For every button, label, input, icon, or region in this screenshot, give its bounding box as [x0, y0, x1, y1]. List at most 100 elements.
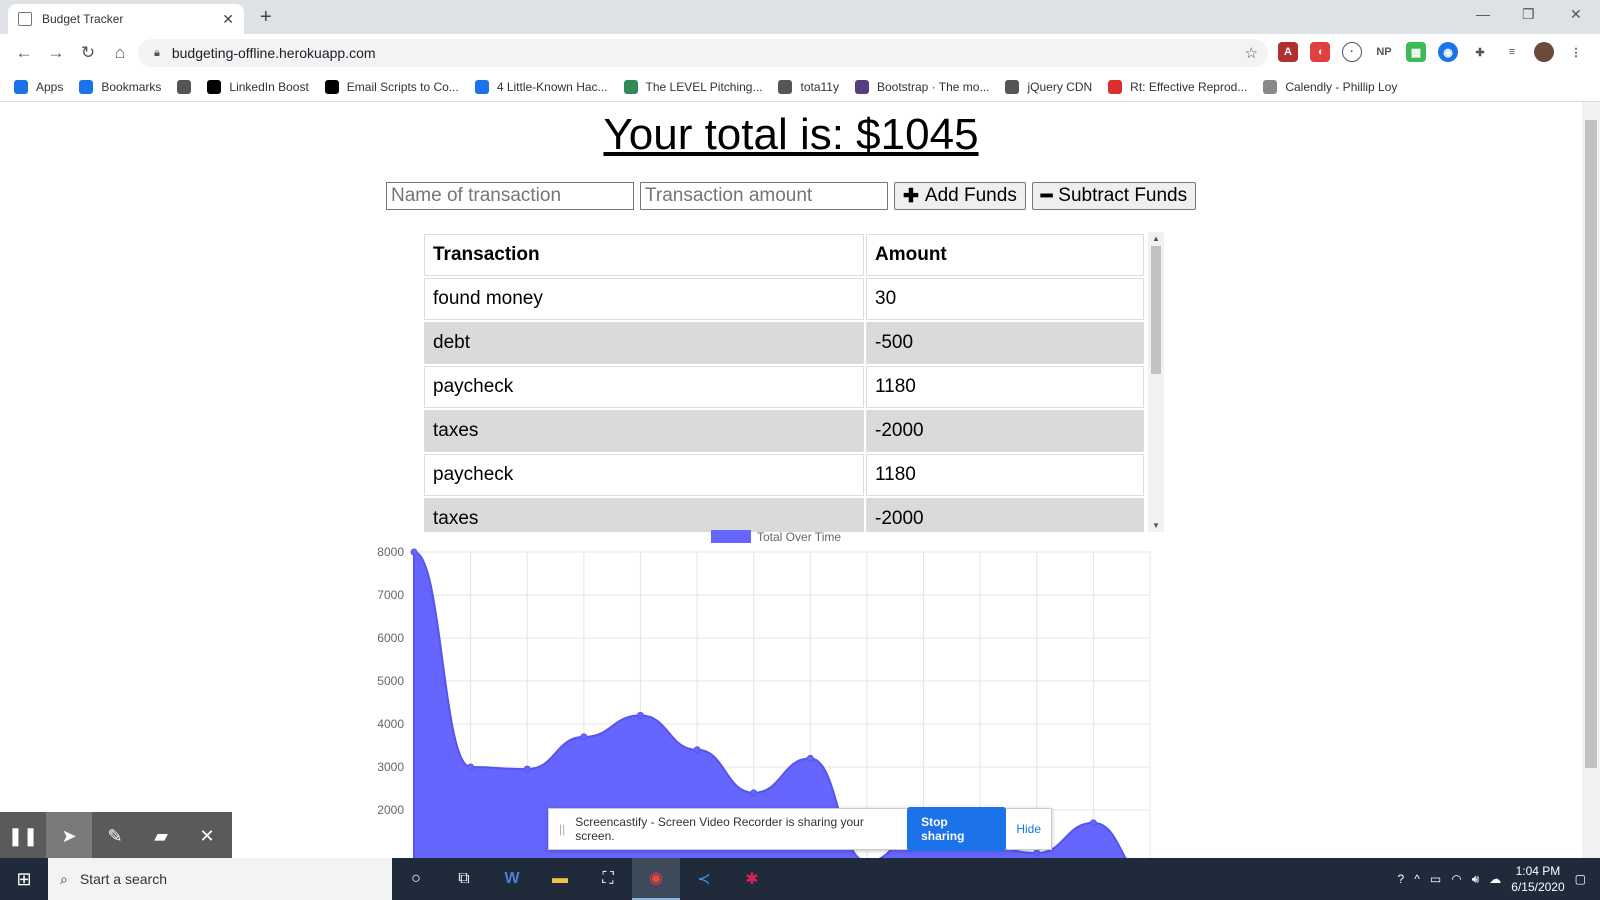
- bookmark-item[interactable]: [177, 79, 192, 94]
- forward-icon[interactable]: →: [40, 43, 72, 63]
- drag-handle-icon[interactable]: ||: [559, 822, 565, 836]
- swirl-icon: [474, 79, 489, 94]
- task-view-icon[interactable]: ⧉: [440, 858, 488, 900]
- bookmark-item[interactable]: Bootstrap · The mo...: [854, 79, 990, 94]
- data-point: [1089, 819, 1097, 827]
- windows-start-icon[interactable]: ⊞: [0, 858, 48, 900]
- store-icon[interactable]: ⛶: [584, 858, 632, 900]
- page-scrollbar[interactable]: [1582, 102, 1600, 858]
- bookmark-item[interactable]: Apps: [14, 79, 63, 94]
- add-funds-button[interactable]: ✚ Add Funds: [894, 182, 1026, 210]
- bookmark-item[interactable]: tota11y: [778, 79, 839, 94]
- page-content: Your total is: $1045 ✚ Add Funds ━ Subtr…: [0, 102, 1582, 858]
- bookmark-item[interactable]: The LEVEL Pitching...: [623, 79, 763, 94]
- bookmark-item[interactable]: LinkedIn Boost: [207, 79, 309, 94]
- close-tab-icon[interactable]: ✕: [222, 11, 234, 28]
- screencastify-toolbar: ❚❚ ➤ ✎ ▰ ✕: [0, 812, 232, 860]
- table-scroll-thumb[interactable]: [1151, 246, 1161, 374]
- calendar-icon: [1263, 79, 1278, 94]
- onedrive-icon[interactable]: ☁: [1489, 872, 1501, 886]
- volume-icon[interactable]: 🔊︎: [1472, 872, 1480, 887]
- vscode-app-icon[interactable]: ≺: [680, 858, 728, 900]
- taskbar-search[interactable]: ⌕ Start a search: [48, 858, 392, 900]
- pdf-extension-icon[interactable]: A: [1278, 42, 1298, 62]
- data-point: [750, 789, 758, 797]
- y-tick-label: 2000: [377, 803, 404, 817]
- bookmark-label: Bootstrap · The mo...: [876, 79, 990, 94]
- transaction-name-input[interactable]: [386, 182, 634, 210]
- tab-budget-tracker[interactable]: Budget Tracker ✕: [8, 4, 244, 34]
- word-app-icon[interactable]: W: [488, 858, 536, 900]
- cell-transaction-name: paycheck: [424, 366, 864, 408]
- eraser-icon[interactable]: ▰: [138, 812, 184, 860]
- battery-icon[interactable]: ▭: [1430, 872, 1441, 886]
- puzzle-extensions-icon[interactable]: ✚: [1470, 42, 1490, 62]
- scroll-up-icon[interactable]: ▲: [1148, 234, 1164, 243]
- transaction-amount-input[interactable]: [640, 182, 888, 210]
- clock[interactable]: 1:04 PM 6/15/2020: [1511, 863, 1564, 895]
- bookmark-label: Email Scripts to Co...: [346, 79, 459, 94]
- restore-icon[interactable]: ❐: [1522, 6, 1535, 23]
- hide-link[interactable]: Hide: [1016, 822, 1041, 836]
- red-extension-icon[interactable]: ◖: [1310, 42, 1330, 62]
- cell-transaction-name: taxes: [424, 410, 864, 452]
- cell-transaction-name: found money: [424, 278, 864, 320]
- media-control-icon[interactable]: ≡: [1502, 42, 1522, 62]
- medium-m-icon: [324, 79, 339, 94]
- cell-transaction-name: taxes: [424, 498, 864, 532]
- bookmark-item[interactable]: Bookmarks: [79, 79, 161, 94]
- y-tick-label: 3000: [377, 760, 404, 774]
- bookmark-item[interactable]: Email Scripts to Co...: [324, 79, 459, 94]
- table-scrollbar[interactable]: ▲ ▼: [1148, 232, 1164, 532]
- address-bar[interactable]: 🔒︎ budgeting-offline.herokuapp.com ☆: [138, 39, 1268, 67]
- stop-sharing-button[interactable]: Stop sharing: [907, 807, 1007, 851]
- cortana-icon[interactable]: ○: [392, 858, 440, 900]
- transactions-table-container[interactable]: Transaction Amount found money 30 debt -500…: [422, 232, 1164, 532]
- bookmark-item[interactable]: jQuery CDN: [1005, 79, 1092, 94]
- home-icon[interactable]: ⌂: [104, 43, 136, 63]
- bookmark-star-icon[interactable]: ☆: [1245, 44, 1258, 62]
- total-heading: Your total is: $1045: [603, 110, 979, 159]
- blue-extension-icon[interactable]: ◉: [1438, 42, 1458, 62]
- pause-icon[interactable]: ❚❚: [0, 812, 46, 860]
- pen-icon[interactable]: ✎: [92, 812, 138, 860]
- new-tab-icon[interactable]: +: [260, 6, 272, 29]
- subtract-funds-button[interactable]: ━ Subtract Funds: [1031, 182, 1197, 210]
- file-explorer-icon[interactable]: ▬: [536, 858, 584, 900]
- notifications-icon[interactable]: ▢: [1575, 872, 1586, 886]
- color-extension-icon[interactable]: ▦: [1406, 42, 1426, 62]
- bookmark-label: The LEVEL Pitching...: [645, 79, 763, 94]
- np-extension-icon[interactable]: NP: [1374, 42, 1394, 62]
- cell-amount: 1180: [866, 366, 1144, 408]
- lock-icon: 🔒︎: [154, 46, 160, 59]
- y-tick-label: 6000: [377, 631, 404, 645]
- browser-toolbar: ← → ↻ ⌂ 🔒︎ budgeting-offline.herokuapp.c…: [0, 34, 1600, 72]
- scroll-down-icon[interactable]: ▼: [1148, 521, 1164, 530]
- reload-icon[interactable]: ↻: [72, 43, 104, 63]
- search-icon: ⌕: [60, 870, 68, 887]
- back-icon[interactable]: ←: [8, 43, 40, 63]
- circle-extension-icon[interactable]: ·: [1342, 42, 1362, 62]
- slack-app-icon[interactable]: ✱: [728, 858, 776, 900]
- chevron-up-icon[interactable]: ^: [1414, 872, 1420, 886]
- minimize-icon[interactable]: —: [1476, 6, 1490, 22]
- wifi-icon[interactable]: ◠: [1451, 872, 1461, 886]
- data-point: [580, 733, 588, 741]
- menu-kebab-icon[interactable]: ⋮: [1566, 42, 1586, 62]
- bookmark-item[interactable]: Rt: Effective Reprod...: [1108, 79, 1247, 94]
- help-icon[interactable]: ?: [1398, 872, 1405, 886]
- sharing-banner: || Screencastify - Screen Video Recorder…: [548, 807, 1052, 851]
- bookmark-label: Calendly - Phillip Loy: [1285, 79, 1398, 94]
- bookmark-item[interactable]: Calendly - Phillip Loy: [1263, 79, 1398, 94]
- minus-icon: ━: [1040, 185, 1053, 207]
- bookmark-item[interactable]: 4 Little-Known Hac...: [474, 79, 608, 94]
- page-scroll-thumb[interactable]: [1585, 120, 1597, 768]
- subtract-funds-label: Subtract Funds: [1058, 185, 1188, 206]
- apps-grid-icon: [14, 79, 28, 94]
- chrome-app-icon[interactable]: ◉: [632, 858, 680, 900]
- close-toolbar-icon[interactable]: ✕: [184, 812, 230, 860]
- page-icon: [623, 79, 638, 94]
- cursor-icon[interactable]: ➤: [46, 812, 92, 860]
- close-window-icon[interactable]: ✕: [1570, 6, 1582, 23]
- profile-avatar[interactable]: [1534, 42, 1554, 62]
